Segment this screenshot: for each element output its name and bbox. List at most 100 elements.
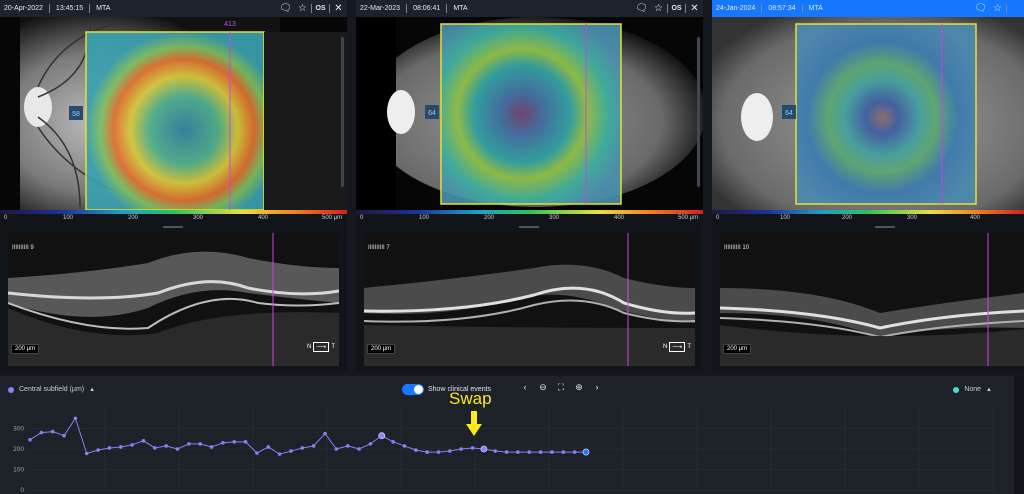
left-legend[interactable]: Central subfield (µm) ▲ bbox=[8, 386, 95, 393]
data-point[interactable] bbox=[561, 450, 566, 454]
right-legend[interactable]: None ▲ bbox=[953, 386, 992, 393]
data-point[interactable] bbox=[84, 451, 89, 456]
chevron-left-icon[interactable]: ‹ bbox=[518, 382, 532, 393]
data-point[interactable] bbox=[459, 447, 463, 451]
data-point[interactable] bbox=[198, 442, 203, 446]
zoom-in-icon[interactable]: ⊕ bbox=[572, 382, 586, 393]
data-point[interactable] bbox=[221, 441, 225, 445]
scale-bar-label: 200 µm bbox=[367, 344, 396, 354]
data-point[interactable] bbox=[368, 442, 373, 446]
data-point[interactable] bbox=[572, 450, 577, 454]
data-point[interactable] bbox=[425, 450, 429, 454]
data-point[interactable] bbox=[448, 449, 452, 453]
sort-icon[interactable]: ▲ bbox=[89, 387, 95, 393]
close-icon[interactable]: ✕ bbox=[686, 0, 703, 17]
trend-chart-panel: Central subfield (µm) ▲ Show clinical ev… bbox=[0, 376, 1024, 494]
data-point[interactable] bbox=[357, 447, 361, 451]
data-point[interactable] bbox=[96, 448, 100, 452]
star-icon[interactable]: ☆ bbox=[650, 0, 667, 17]
chevron-right-icon[interactable]: › bbox=[590, 382, 604, 393]
fundus-svg: 64 bbox=[712, 17, 1024, 210]
fundus-image[interactable]: 64 bbox=[712, 17, 1024, 210]
comment-icon[interactable]: 🗨︎ bbox=[633, 0, 650, 17]
data-point[interactable] bbox=[50, 429, 55, 434]
position-marker: 413 bbox=[224, 21, 236, 28]
data-point[interactable] bbox=[141, 439, 146, 443]
data-point[interactable] bbox=[164, 444, 168, 448]
fundus-image[interactable]: 58 413 bbox=[0, 17, 347, 210]
data-point[interactable] bbox=[538, 450, 543, 454]
bscan-image[interactable]: IIIIIIIIII 9 200 µm N ⟶ T bbox=[8, 233, 339, 366]
data-point[interactable] bbox=[480, 445, 488, 453]
data-point[interactable] bbox=[391, 440, 395, 444]
bscan-svg bbox=[364, 233, 695, 366]
data-point[interactable] bbox=[516, 450, 520, 454]
y-tick-label: 200 bbox=[13, 446, 24, 453]
data-point[interactable] bbox=[243, 440, 248, 444]
series-dot-icon bbox=[953, 386, 960, 393]
sort-icon[interactable]: ▲ bbox=[986, 387, 992, 393]
data-point[interactable] bbox=[436, 450, 441, 454]
zoom-out-icon[interactable]: ⊖ bbox=[536, 382, 550, 393]
exam-mode: MTA bbox=[453, 5, 468, 12]
data-point[interactable] bbox=[323, 431, 327, 436]
data-point[interactable] bbox=[289, 449, 293, 453]
data-point[interactable] bbox=[277, 452, 282, 456]
resize-handle[interactable] bbox=[163, 226, 183, 228]
data-point[interactable] bbox=[582, 448, 590, 456]
scrollbar[interactable] bbox=[697, 37, 700, 187]
data-point[interactable] bbox=[232, 440, 237, 444]
fundus-svg: 58 413 bbox=[20, 17, 347, 210]
data-point[interactable] bbox=[527, 450, 532, 454]
data-point[interactable] bbox=[39, 430, 44, 435]
data-point[interactable] bbox=[153, 446, 157, 450]
data-point[interactable] bbox=[300, 446, 305, 450]
scan-panel-3: 24-Jan-2024 08:57:34 MTA 🗨︎ ☆ 64 0 100 2… bbox=[712, 0, 1024, 372]
bscan-image[interactable]: IIIIIIIIII 7 200 µm N ⟶ T bbox=[364, 233, 695, 366]
data-point[interactable] bbox=[130, 443, 134, 447]
slice-indicator: IIIIIIIIII 9 bbox=[12, 245, 34, 251]
data-point[interactable] bbox=[402, 444, 407, 448]
toggle-switch[interactable] bbox=[402, 384, 424, 395]
comment-icon[interactable]: 🗨︎ bbox=[972, 0, 989, 17]
scale-ticks: 0 100 200 300 400 500 µm bbox=[4, 215, 343, 221]
data-point[interactable] bbox=[470, 446, 475, 450]
data-point[interactable] bbox=[550, 450, 554, 454]
data-point[interactable] bbox=[73, 416, 78, 421]
data-point[interactable] bbox=[378, 432, 386, 440]
data-point[interactable] bbox=[493, 449, 498, 453]
resize-handle[interactable] bbox=[519, 226, 539, 228]
data-point[interactable] bbox=[504, 450, 509, 454]
star-icon[interactable]: ☆ bbox=[989, 0, 1006, 17]
close-icon[interactable]: ✕ bbox=[330, 0, 347, 17]
data-point[interactable] bbox=[107, 446, 112, 450]
data-point[interactable] bbox=[62, 433, 66, 438]
bscan-svg bbox=[720, 233, 1024, 366]
bscan-image[interactable]: IIIIIIIIII 10 200 µm bbox=[720, 233, 1024, 366]
vertical-scrollbar[interactable] bbox=[1014, 376, 1024, 494]
data-point[interactable] bbox=[345, 444, 350, 448]
data-point[interactable] bbox=[187, 442, 191, 446]
resize-handle[interactable] bbox=[875, 226, 895, 228]
data-point[interactable] bbox=[118, 445, 123, 449]
data-point[interactable] bbox=[413, 448, 418, 452]
data-point[interactable] bbox=[28, 437, 32, 442]
data-point[interactable] bbox=[175, 447, 180, 451]
data-point[interactable] bbox=[209, 445, 214, 449]
exam-date: 20-Apr-2022 bbox=[4, 5, 43, 12]
y-tick-label: 0 bbox=[20, 487, 24, 494]
fullscreen-icon[interactable]: ⛶ bbox=[554, 382, 568, 393]
comment-icon[interactable]: 🗨︎ bbox=[277, 0, 294, 17]
scrollbar[interactable] bbox=[341, 37, 344, 187]
star-icon[interactable]: ☆ bbox=[294, 0, 311, 17]
data-point[interactable] bbox=[255, 451, 259, 455]
data-point[interactable] bbox=[266, 445, 271, 449]
exam-date: 24-Jan-2024 bbox=[716, 5, 756, 12]
trend-plot[interactable]: 0 100 200 300 bbox=[0, 406, 1000, 494]
y-tick-label: 300 bbox=[13, 426, 24, 433]
fundus-image[interactable]: 64 bbox=[356, 17, 703, 210]
y-tick-label: 100 bbox=[13, 467, 24, 474]
data-point[interactable] bbox=[334, 447, 339, 451]
bscan-svg bbox=[8, 233, 339, 366]
data-point[interactable] bbox=[311, 444, 316, 448]
